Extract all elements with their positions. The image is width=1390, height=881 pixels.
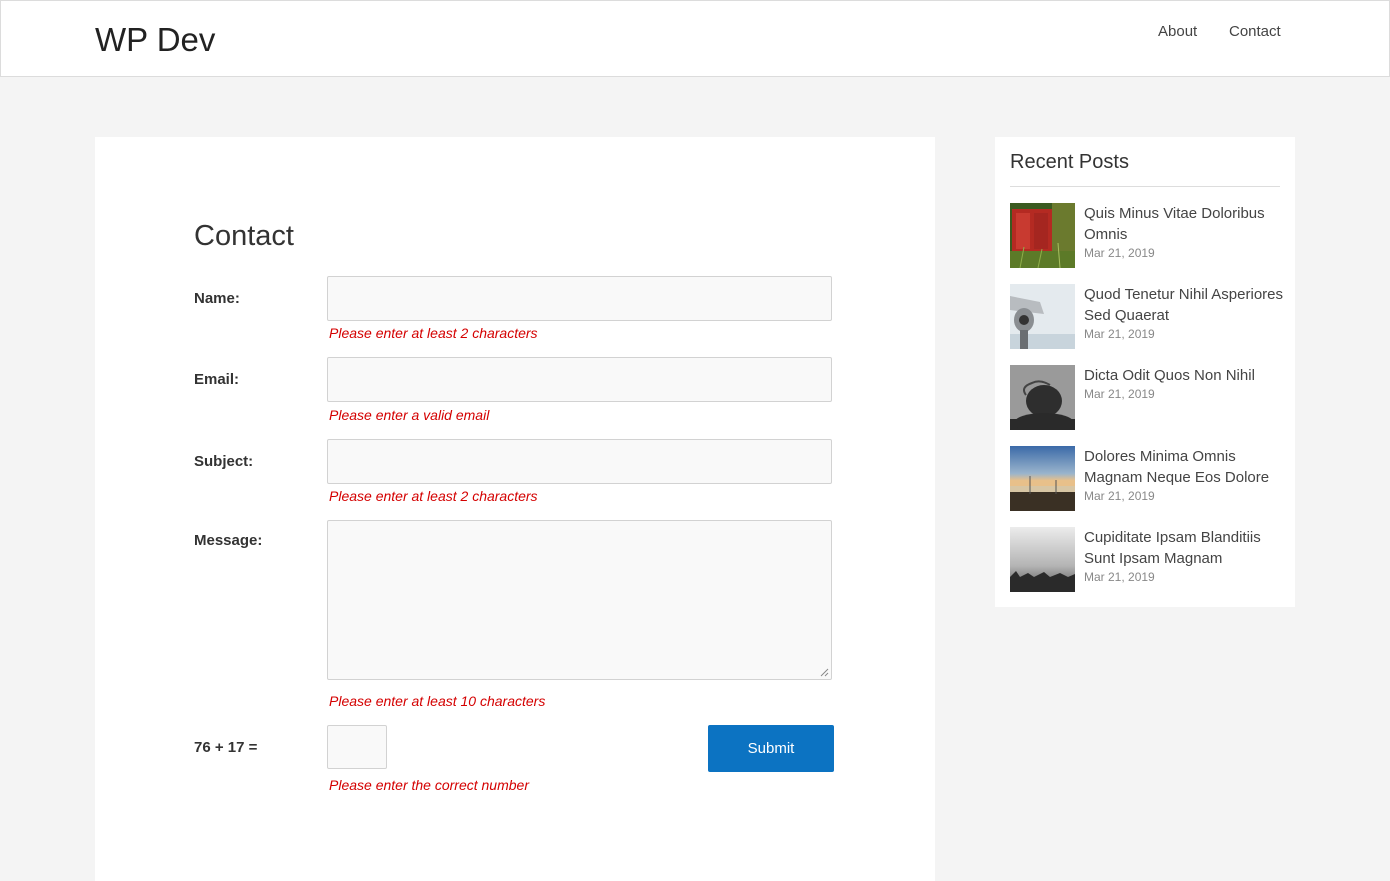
- recent-post-item[interactable]: Quod Tenetur Nihil Asperiores Sed Quaera…: [1010, 284, 1283, 350]
- post-date: Mar 21, 2019: [1084, 489, 1155, 503]
- binocular-viewer-thumbnail[interactable]: [1010, 284, 1075, 349]
- subject-error: Please enter at least 2 characters: [329, 488, 538, 504]
- captcha-question: 76 + 17 =: [194, 739, 258, 756]
- post-date: Mar 21, 2019: [1084, 246, 1155, 260]
- nav-contact-link[interactable]: Contact: [1229, 23, 1281, 40]
- post-date: Mar 21, 2019: [1084, 387, 1155, 401]
- captcha-error: Please enter the correct number: [329, 777, 529, 793]
- message-error: Please enter at least 10 characters: [329, 693, 546, 709]
- coast-landscape-thumbnail[interactable]: [1010, 446, 1075, 511]
- captcha-input[interactable]: [327, 725, 387, 769]
- email-input[interactable]: [327, 357, 832, 402]
- sidebar-divider: [1010, 186, 1280, 187]
- name-error: Please enter at least 2 characters: [329, 325, 538, 341]
- foggy-field-thumbnail[interactable]: [1010, 527, 1075, 592]
- recent-post-item[interactable]: Dicta Odit Quos Non Nihil Mar 21, 2019: [1010, 365, 1280, 431]
- post-title[interactable]: Dicta Odit Quos Non Nihil: [1084, 365, 1284, 386]
- resize-handle-icon[interactable]: [820, 668, 829, 677]
- red-door-thumbnail[interactable]: [1010, 203, 1075, 268]
- post-title[interactable]: Dolores Minima Omnis Magnam Neque Eos Do…: [1084, 446, 1284, 488]
- subject-label: Subject:: [194, 453, 254, 470]
- post-date: Mar 21, 2019: [1084, 327, 1155, 341]
- email-label: Email:: [194, 371, 240, 388]
- submit-button[interactable]: Submit: [708, 725, 834, 772]
- gray-portrait-thumbnail[interactable]: [1010, 365, 1075, 430]
- subject-input[interactable]: [327, 439, 832, 484]
- email-error: Please enter a valid email: [329, 407, 490, 423]
- recent-post-item[interactable]: Quis Minus Vitae Doloribus Omnis Mar 21,…: [1010, 203, 1280, 269]
- recent-post-item[interactable]: Cupiditate Ipsam Blanditiis Sunt Ipsam M…: [1010, 527, 1280, 593]
- post-title[interactable]: Cupiditate Ipsam Blanditiis Sunt Ipsam M…: [1084, 527, 1284, 569]
- sidebar-title: Recent Posts: [1010, 151, 1129, 173]
- post-date: Mar 21, 2019: [1084, 570, 1155, 584]
- recent-post-item[interactable]: Dolores Minima Omnis Magnam Neque Eos Do…: [1010, 446, 1280, 512]
- contact-card: Contact Name: Please enter at least 2 ch…: [95, 137, 935, 881]
- page-title: Contact: [194, 220, 294, 252]
- name-label: Name:: [194, 290, 240, 307]
- recent-posts-widget: Recent Posts Quis Minus Vitae Doloribus …: [995, 137, 1295, 607]
- message-textarea[interactable]: [327, 520, 832, 680]
- name-input[interactable]: [327, 276, 832, 321]
- message-label: Message:: [194, 532, 263, 549]
- post-title[interactable]: Quod Tenetur Nihil Asperiores Sed Quaera…: [1084, 284, 1284, 326]
- nav-about-link[interactable]: About: [1158, 23, 1197, 40]
- site-title[interactable]: WP Dev: [95, 21, 215, 59]
- post-title[interactable]: Quis Minus Vitae Doloribus Omnis: [1084, 203, 1284, 245]
- site-header: WP Dev About Contact: [0, 0, 1390, 77]
